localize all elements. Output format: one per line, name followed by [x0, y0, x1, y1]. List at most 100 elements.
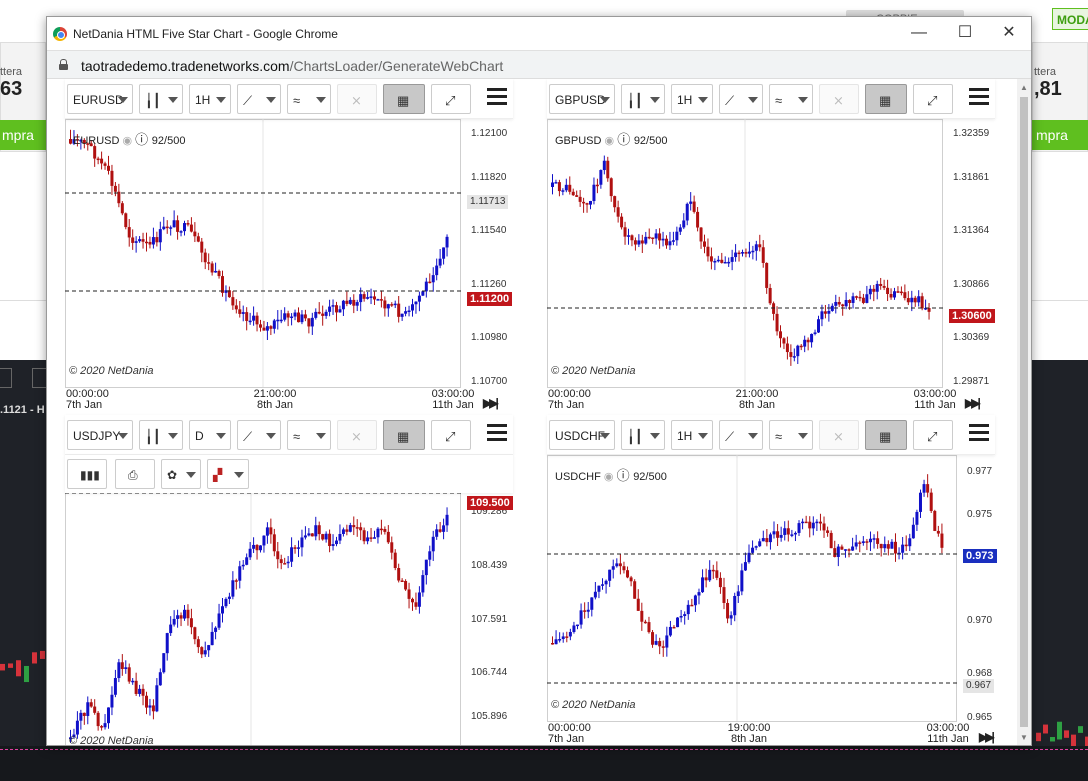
chart-type-select[interactable]: ╽┃: [139, 84, 183, 114]
minimize-button[interactable]: —: [899, 21, 939, 45]
eraser-button[interactable]: ⨯: [819, 84, 859, 114]
background-left-buy-button[interactable]: mpra: [0, 120, 46, 150]
fast-forward-button[interactable]: ▶▶|: [483, 396, 499, 410]
y-axis-tick-label: 0.965: [967, 712, 993, 723]
symbol-select[interactable]: EURUSD: [67, 84, 133, 114]
candle-body: [654, 233, 658, 239]
indicator-select[interactable]: ≈: [769, 84, 813, 114]
candle-body: [827, 310, 831, 314]
info-icon[interactable]: ⓘ: [135, 132, 152, 147]
eye-icon[interactable]: ◉: [601, 471, 617, 483]
title-bar[interactable]: NetDania HTML Five Star Chart - Google C…: [47, 17, 1031, 50]
chart-copyright: © 2020 NetDania: [69, 365, 154, 377]
interval-select[interactable]: 1H: [671, 420, 713, 450]
current-price-tag: 1.30600: [949, 309, 995, 323]
candle-body: [658, 641, 662, 647]
interval-select-label: 1H: [677, 429, 693, 443]
layout-button[interactable]: ▦: [383, 84, 425, 114]
candle-body: [683, 614, 687, 617]
interval-select[interactable]: 1H: [671, 84, 713, 114]
candle-body: [189, 224, 193, 232]
background-right-buy-button[interactable]: mpra: [1032, 120, 1088, 150]
eye-icon[interactable]: ◉: [601, 135, 617, 147]
hamburger-menu-icon[interactable]: [487, 88, 507, 106]
fast-forward-button[interactable]: ▶▶|: [965, 396, 981, 410]
hamburger-menu-icon[interactable]: [969, 424, 989, 442]
candle-body: [830, 305, 834, 311]
candle-body: [592, 184, 596, 202]
candlestick-plot[interactable]: [65, 491, 461, 745]
symbol-select[interactable]: USDCHF: [549, 420, 615, 450]
layout-button[interactable]: ▦: [865, 420, 907, 450]
candle-body: [151, 705, 155, 712]
maximize-button[interactable]: ☐: [945, 21, 985, 45]
menu-bar: [487, 95, 507, 98]
layout-button[interactable]: ▦: [865, 84, 907, 114]
drawing-tool-icon: ⟋: [725, 93, 735, 108]
eye-icon[interactable]: ◉: [119, 135, 135, 147]
symbol-select-label: EURUSD: [73, 93, 124, 107]
candle-body: [417, 592, 421, 607]
background-tool-button[interactable]: [0, 368, 12, 388]
indicator-select[interactable]: ≈: [769, 420, 813, 450]
candle-body: [355, 302, 359, 306]
candle-body: [723, 262, 727, 264]
candle-body: [248, 320, 252, 323]
fast-forward-button[interactable]: ▶▶|: [979, 730, 995, 744]
candle-body: [685, 203, 689, 221]
candlestick-plot[interactable]: [547, 119, 943, 427]
layout-button[interactable]: ▦: [383, 420, 425, 450]
hamburger-menu-icon[interactable]: [487, 424, 507, 442]
interval-select[interactable]: D: [189, 420, 231, 450]
fullscreen-button[interactable]: ⤢: [913, 84, 953, 114]
eraser-button[interactable]: ⨯: [337, 84, 377, 114]
symbol-select[interactable]: GBPUSD: [549, 84, 615, 114]
candle-body: [245, 557, 249, 565]
fullscreen-button[interactable]: ⤢: [431, 84, 471, 114]
drawing-tool-select[interactable]: ⟋: [237, 420, 281, 450]
indicator-select[interactable]: ≈: [287, 84, 331, 114]
candle-body: [744, 252, 748, 254]
volume-button[interactable]: ▮▮▮: [67, 459, 107, 489]
candle-body: [623, 227, 627, 237]
candle-body: [303, 535, 307, 538]
close-button[interactable]: ✕: [989, 21, 1029, 45]
scroll-down-arrow[interactable]: ▼: [1020, 733, 1028, 742]
scroll-up-arrow[interactable]: ▲: [1020, 83, 1028, 92]
candle-body: [741, 252, 744, 254]
info-icon[interactable]: ⓘ: [617, 468, 634, 483]
info-icon[interactable]: ⓘ: [617, 132, 634, 147]
symbol-select[interactable]: USDJPY: [67, 420, 133, 450]
candle-body: [162, 226, 166, 230]
address-bar[interactable]: taotradedemo.tradenetworks.com/ChartsLoa…: [47, 50, 1031, 79]
candle-body: [918, 492, 922, 512]
fullscreen-button[interactable]: ⤢: [431, 420, 471, 450]
hamburger-menu-icon[interactable]: [969, 88, 989, 106]
eraser-button[interactable]: ⨯: [337, 420, 377, 450]
eraser-button[interactable]: ⨯: [819, 420, 859, 450]
candle-body: [241, 564, 245, 567]
lock-icon[interactable]: [59, 59, 68, 70]
candle-body: [633, 240, 637, 245]
chart-type-select[interactable]: ╽┃: [139, 420, 183, 450]
scrollbar-thumb[interactable]: [1020, 97, 1028, 727]
interval-select[interactable]: 1H: [189, 84, 231, 114]
indicator-select[interactable]: ≈: [287, 420, 331, 450]
background-mode-button[interactable]: MODA: [1052, 8, 1088, 30]
drawing-tool-select[interactable]: ⟋: [719, 420, 763, 450]
vertical-scrollbar[interactable]: ▲ ▼: [1017, 79, 1031, 745]
candlestick-plot[interactable]: [65, 119, 461, 427]
fullscreen-button[interactable]: ⤢: [913, 420, 953, 450]
color-scheme-select[interactable]: ✿: [161, 459, 201, 489]
print-button[interactable]: ⎙: [115, 459, 155, 489]
plot-frame: [65, 491, 461, 745]
drawing-tool-select[interactable]: ⟋: [237, 84, 281, 114]
candle-body: [297, 547, 300, 549]
candle-body: [86, 702, 90, 716]
drawing-tool-select[interactable]: ⟋: [719, 84, 763, 114]
chart-type-select[interactable]: ╽┃: [621, 84, 665, 114]
candle-body: [145, 695, 148, 708]
language-select[interactable]: ▞: [207, 459, 249, 489]
chart-type-select[interactable]: ╽┃: [621, 420, 665, 450]
url-text[interactable]: taotradedemo.tradenetworks.com/ChartsLoa…: [81, 58, 503, 74]
